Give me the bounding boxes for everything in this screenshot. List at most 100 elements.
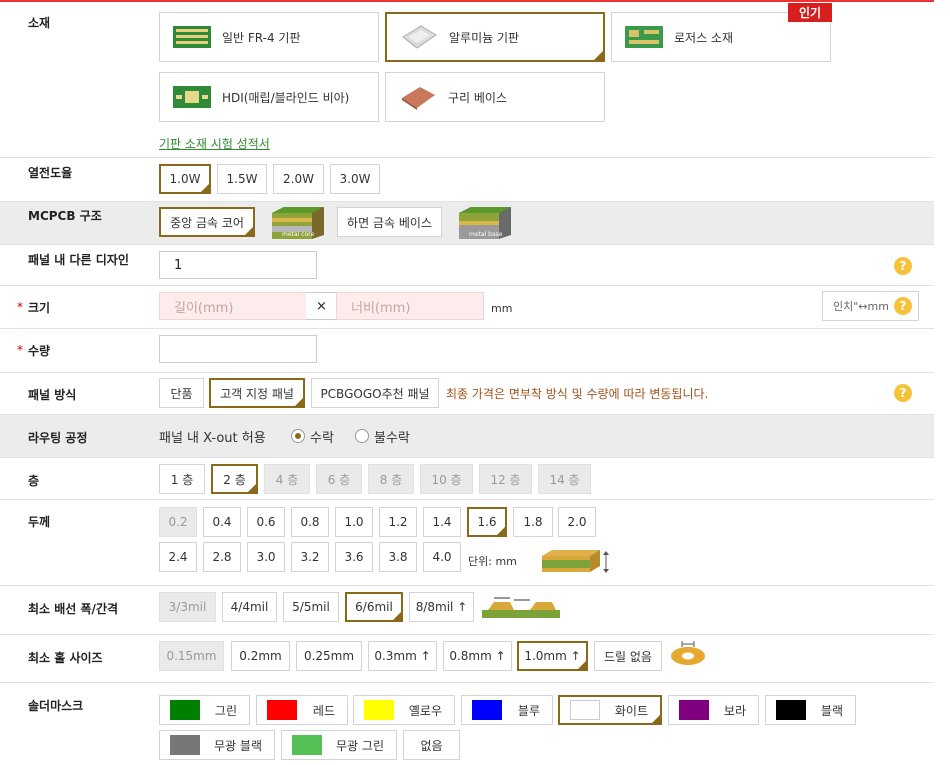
thickness-option[interactable]: 4.0: [423, 542, 461, 572]
thermal-option[interactable]: 2.0W: [273, 164, 324, 194]
length-input[interactable]: 길이(mm): [159, 292, 307, 320]
thickness-option[interactable]: 2.4: [159, 542, 197, 572]
soldermask-option-purple[interactable]: 보라: [668, 695, 759, 725]
label-designs: 패널 내 다른 디자인: [28, 253, 129, 267]
thermal-option[interactable]: 1.5W: [217, 164, 267, 194]
layer-option[interactable]: 6 층: [316, 464, 362, 494]
panel-option-custom[interactable]: 고객 지정 패널: [209, 378, 305, 408]
hole-option[interactable]: 1.0mm ↑: [517, 641, 588, 671]
trace-option[interactable]: 8/8mil ↑: [409, 592, 474, 622]
panel-option-recommended[interactable]: PCBGOGO추천 패널: [311, 378, 439, 408]
color-label: 무광 블랙: [214, 738, 262, 753]
row-layers: 층 1 층 2 층 4 층 6 층 8 층 10 층 12 층 14 층: [0, 458, 934, 500]
thickness-option[interactable]: 3.8: [379, 542, 417, 572]
xout-reject-label[interactable]: 불수락: [374, 427, 410, 446]
panel-option-single[interactable]: 단품: [159, 378, 204, 408]
layer-option[interactable]: 8 층: [368, 464, 414, 494]
hole-option[interactable]: 드릴 없음: [594, 641, 662, 671]
soldermask-option-red[interactable]: 레드: [256, 695, 348, 725]
thickness-option[interactable]: 1.4: [423, 507, 461, 537]
thickness-option[interactable]: 0.8: [291, 507, 329, 537]
material-option-aluminum[interactable]: 알루미늄 기판: [385, 12, 605, 62]
trace-option[interactable]: 6/6mil: [345, 592, 403, 622]
soldermask-option-black[interactable]: 블랙: [765, 695, 856, 725]
row-material: 소재 일반 FR-4 기판 알루미늄 기판 로저스 소재 인기 HDI(매립/블…: [0, 0, 934, 158]
material-option-copper[interactable]: 구리 베이스: [385, 72, 605, 122]
thickness-option[interactable]: 1.8: [513, 507, 553, 537]
trace-option[interactable]: 5/5mil: [283, 592, 339, 622]
mcpcb-option-core[interactable]: 중앙 금속 코어: [159, 207, 255, 237]
material-option-label: 일반 FR-4 기판: [222, 30, 301, 45]
thickness-option[interactable]: 2.8: [203, 542, 241, 572]
hole-option[interactable]: 0.8mm ↑: [443, 641, 512, 671]
layer-option[interactable]: 10 층: [420, 464, 473, 494]
material-option-hdi[interactable]: HDI(매립/블라인드 비아): [159, 72, 379, 122]
color-swatch: [570, 700, 600, 720]
hole-option[interactable]: 0.3mm ↑: [368, 641, 437, 671]
label-mcpcb: MCPCB 구조: [28, 209, 102, 223]
metal-core-image: metal core: [272, 207, 324, 239]
thickness-option[interactable]: 1.6: [467, 507, 507, 537]
row-panel: 패널 방식 단품 고객 지정 패널 PCBGOGO추천 패널 최종 가격은 면부…: [0, 373, 934, 415]
convert-button-label: 인치"↔mm: [833, 300, 889, 313]
aluminum-board-icon: [402, 25, 437, 49]
row-designs: 패널 내 다른 디자인 1 ?: [0, 245, 934, 286]
fr4-board-icon: [173, 26, 211, 48]
material-option-label: 로저스 소재: [674, 30, 734, 45]
xout-accept-label[interactable]: 수락: [310, 427, 334, 446]
color-label: 보라: [723, 703, 746, 718]
thickness-option[interactable]: 2.0: [558, 507, 596, 537]
thickness-unit-note: 단위: mm: [468, 555, 517, 568]
soldermask-option-white[interactable]: 화이트: [558, 695, 662, 725]
layer-option[interactable]: 4 층: [264, 464, 310, 494]
trace-option[interactable]: 4/4mil: [222, 592, 277, 622]
thickness-option[interactable]: 1.2: [379, 507, 417, 537]
hole-option[interactable]: 0.15mm: [159, 641, 224, 671]
thickness-option[interactable]: 0.6: [247, 507, 285, 537]
thickness-option[interactable]: 3.6: [335, 542, 373, 572]
layer-option[interactable]: 12 층: [479, 464, 532, 494]
color-label: 옐로우: [408, 703, 442, 718]
trace-option[interactable]: 3/3mil: [159, 592, 216, 622]
size-unit: mm: [491, 302, 513, 315]
quantity-input[interactable]: [159, 335, 317, 363]
required-mark: *: [17, 300, 23, 314]
width-input[interactable]: 너비(mm): [336, 292, 484, 320]
xout-accept-radio[interactable]: [291, 429, 305, 443]
material-report-link[interactable]: 기판 소재 시험 성적서: [159, 135, 270, 152]
help-icon[interactable]: ?: [894, 257, 912, 275]
thermal-option[interactable]: 1.0W: [159, 164, 211, 194]
thickness-option[interactable]: 0.2: [159, 507, 197, 537]
help-icon[interactable]: ?: [894, 384, 912, 402]
material-option-fr4[interactable]: 일반 FR-4 기판: [159, 12, 379, 62]
color-label: 블랙: [820, 703, 843, 718]
layer-option[interactable]: 2 층: [211, 464, 258, 494]
hole-option[interactable]: 0.25mm: [296, 641, 362, 671]
help-icon[interactable]: ?: [894, 297, 912, 315]
label-thermal: 열전도율: [28, 166, 73, 180]
row-soldermask: 솔더마스크 그린 레드 옐로우 블루 화이트 보라 블랙 무광 블랙 무광 그린…: [0, 683, 934, 765]
soldermask-option-yellow[interactable]: 옐로우: [353, 695, 455, 725]
thickness-option[interactable]: 3.2: [291, 542, 329, 572]
mcpcb-option-base[interactable]: 하면 금속 베이스: [337, 207, 442, 237]
label-layers: 층: [28, 474, 40, 488]
material-option-label: 구리 베이스: [448, 90, 508, 105]
soldermask-option-matte-black[interactable]: 무광 블랙: [159, 730, 275, 760]
hole-option[interactable]: 0.2mm: [231, 641, 290, 671]
layer-option[interactable]: 14 층: [538, 464, 591, 494]
soldermask-option-green[interactable]: 그린: [159, 695, 250, 725]
popular-badge: 인기: [788, 3, 832, 22]
designs-input[interactable]: 1: [159, 251, 317, 279]
soldermask-option-blue[interactable]: 블루: [461, 695, 553, 725]
thickness-option[interactable]: 3.0: [247, 542, 285, 572]
color-swatch: [267, 700, 297, 720]
thickness-option[interactable]: 0.4: [203, 507, 241, 537]
thermal-option[interactable]: 3.0W: [330, 164, 380, 194]
soldermask-option-matte-green[interactable]: 무광 그린: [281, 730, 397, 760]
layer-option[interactable]: 1 층: [159, 464, 205, 494]
soldermask-option-none[interactable]: 없음: [403, 730, 460, 760]
row-thickness: 두께 0.2 0.4 0.6 0.8 1.0 1.2 1.4 1.6 1.8 2…: [0, 500, 934, 586]
xout-reject-radio[interactable]: [355, 429, 369, 443]
row-hole: 최소 홀 사이즈 0.15mm 0.2mm 0.25mm 0.3mm ↑ 0.8…: [0, 635, 934, 683]
thickness-option[interactable]: 1.0: [335, 507, 373, 537]
